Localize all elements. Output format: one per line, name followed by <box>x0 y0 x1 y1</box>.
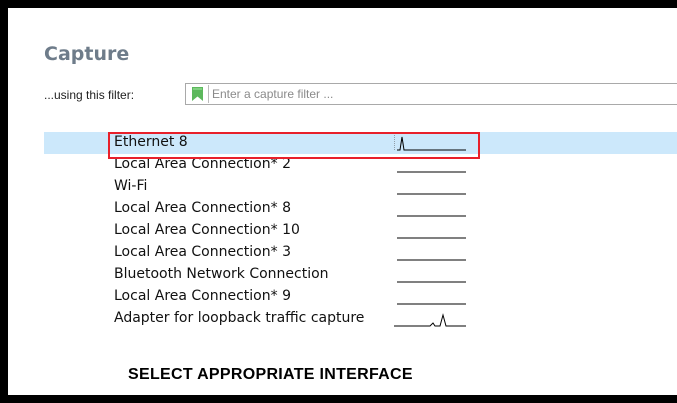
interface-row[interactable]: Wi-Fi <box>44 176 677 198</box>
traffic-sparkline <box>397 215 466 217</box>
section-title: Capture <box>44 43 130 65</box>
interface-row[interactable]: Local Area Connection* 8 <box>44 198 677 220</box>
interface-name: Local Area Connection* 3 <box>114 244 291 260</box>
traffic-sparkline <box>397 193 466 195</box>
capture-panel: Capture ...using this filter: Ethernet 8… <box>0 0 677 403</box>
filter-label: ...using this filter: <box>44 88 135 102</box>
interface-row[interactable]: Bluetooth Network Connection <box>44 264 677 286</box>
interface-row[interactable]: Adapter for loopback traffic capture <box>44 308 677 330</box>
filter-bookmark-button[interactable] <box>188 85 209 103</box>
traffic-sparkline <box>394 313 466 327</box>
interface-row[interactable]: Local Area Connection* 10 <box>44 220 677 242</box>
interface-name: Local Area Connection* 8 <box>114 200 291 216</box>
interface-row[interactable]: Local Area Connection* 9 <box>44 286 677 308</box>
bookmark-icon <box>192 87 203 101</box>
interface-name: Bluetooth Network Connection <box>114 266 329 282</box>
interface-name: Wi-Fi <box>114 178 148 194</box>
interface-name: Local Area Connection* 9 <box>114 288 291 304</box>
traffic-sparkline <box>397 237 466 239</box>
instruction-caption: SELECT APPROPRIATE INTERFACE <box>128 366 413 383</box>
interface-list: Ethernet 8 Local Area Connection* 2 Wi-Fi L… <box>44 132 677 330</box>
selection-highlight-box <box>108 132 480 159</box>
traffic-sparkline <box>397 303 466 305</box>
capture-filter-input[interactable] <box>212 86 652 102</box>
capture-filter-field[interactable] <box>185 83 677 105</box>
traffic-sparkline <box>397 281 466 283</box>
interface-name: Local Area Connection* 10 <box>114 222 300 238</box>
interface-row[interactable]: Local Area Connection* 3 <box>44 242 677 264</box>
traffic-sparkline <box>397 259 466 261</box>
interface-name: Adapter for loopback traffic capture <box>114 310 365 326</box>
